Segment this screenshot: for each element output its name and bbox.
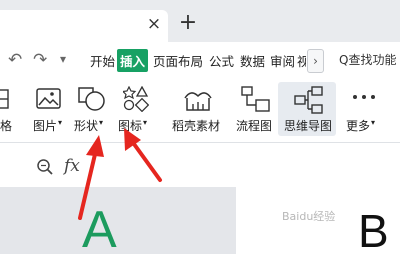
annotation-arrows — [78, 128, 162, 220]
arrow-to-shape — [78, 135, 104, 220]
arrow-to-icon — [124, 128, 162, 182]
